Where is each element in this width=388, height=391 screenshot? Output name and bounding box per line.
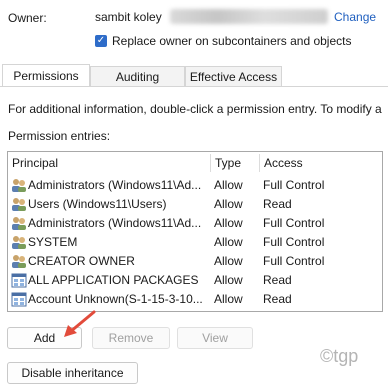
table-row[interactable]: CREATOR OWNER Allow Full Control [8,252,382,271]
replace-owner-label: Replace owner on subcontainers and objec… [112,34,352,48]
principal-cell: CREATOR OWNER [28,254,135,268]
type-cell: Allow [214,235,243,249]
access-cell: Full Control [263,178,325,192]
principal-cell: Administrators (Windows11\Ad... [28,178,202,192]
change-owner-link[interactable]: Change [334,10,376,24]
user-group-icon [12,198,26,211]
principal-cell: Users (Windows11\Users) [28,197,167,211]
principal-cell: SYSTEM [28,235,78,249]
app-package-icon [11,273,27,288]
info-text: For additional information, double-click… [8,102,382,116]
access-cell: Read [263,292,292,306]
table-row[interactable]: Account Unknown(S-1-15-3-10... Allow Rea… [8,290,382,309]
access-cell: Read [263,273,292,287]
type-cell: Allow [214,178,243,192]
view-button[interactable]: View [177,327,253,349]
user-group-icon [12,255,26,268]
column-header-access[interactable]: Access [260,152,382,174]
tab-auditing[interactable]: Auditing [90,66,185,87]
pointer-arrow-icon [64,310,96,337]
access-cell: Read [263,197,292,211]
watermark: ©tgp [320,346,359,366]
type-cell: Allow [214,254,243,268]
table-row[interactable]: SYSTEM Allow Full Control [8,233,382,252]
user-group-icon [12,179,26,192]
access-cell: Full Control [263,216,325,230]
principal-cell: ALL APPLICATION PACKAGES [28,273,199,287]
permission-entries-label: Permission entries: [8,129,111,143]
user-group-icon [12,217,26,230]
tab-effective-access[interactable]: Effective Access [185,66,282,87]
type-cell: Allow [214,273,243,287]
user-group-icon [12,236,26,249]
owner-email-redacted [170,9,328,24]
disable-inheritance-button[interactable]: Disable inheritance [7,362,138,384]
remove-button[interactable]: Remove [92,327,170,349]
app-package-icon [11,292,27,307]
owner-label: Owner: [8,11,47,25]
tab-permissions[interactable]: Permissions [2,64,90,87]
table-row[interactable]: ALL APPLICATION PACKAGES Allow Read [8,271,382,290]
access-cell: Full Control [263,254,325,268]
column-header-principal[interactable]: Principal [8,152,210,174]
tab-divider [0,86,388,87]
table-row[interactable]: Users (Windows11\Users) Allow Read [8,195,382,214]
access-cell: Full Control [263,235,325,249]
table-row[interactable]: Administrators (Windows11\Ad... Allow Fu… [8,214,382,233]
column-header-type[interactable]: Type [211,152,259,174]
permission-entries-table[interactable]: Principal Type Access Administrators (Wi… [7,151,383,312]
type-cell: Allow [214,197,243,211]
principal-cell: Administrators (Windows11\Ad... [28,216,202,230]
principal-cell: Account Unknown(S-1-15-3-10... [28,292,203,306]
owner-name: sambit koley [95,10,162,24]
table-row[interactable]: Administrators (Windows11\Ad... Allow Fu… [8,176,382,195]
type-cell: Allow [214,292,243,306]
replace-owner-checkbox[interactable]: ✓ [95,35,107,47]
type-cell: Allow [214,216,243,230]
